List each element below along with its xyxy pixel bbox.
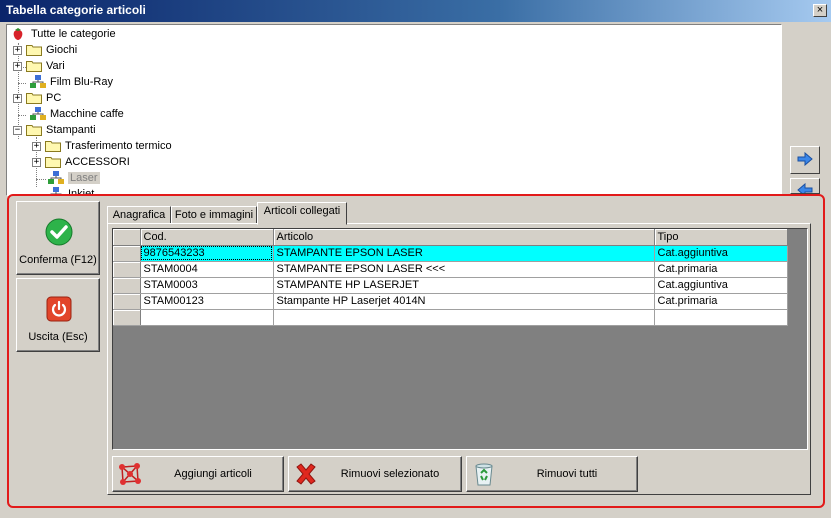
exit-button[interactable]: Uscita (Esc) (16, 278, 100, 352)
cell-tipo[interactable]: Cat.aggiuntiva (654, 277, 788, 294)
power-icon (45, 295, 73, 323)
cell-cod[interactable]: STAM0004 (140, 261, 274, 278)
window-title: Tabella categorie articoli (6, 3, 146, 17)
grid-table: Cod. Articolo Tipo 9876543233 STAMPANTE … (113, 229, 788, 326)
add-articles-button[interactable]: Aggiungi articoli (112, 456, 284, 492)
tab-anagrafica[interactable]: Anagrafica (107, 206, 171, 224)
category-node-icon (30, 107, 46, 121)
cell-tipo[interactable]: Cat.aggiuntiva (654, 245, 788, 262)
folder-icon (26, 44, 42, 56)
cell-cod[interactable] (140, 309, 274, 326)
tree-item-label: Film Blu-Ray (50, 76, 113, 88)
folder-icon (26, 124, 42, 136)
move-left-button[interactable] (790, 178, 820, 194)
category-node-icon (48, 171, 64, 185)
tree-item-pc[interactable]: + PC (13, 90, 61, 106)
column-header-cod[interactable]: Cod. (140, 229, 274, 246)
tree-item-label: Laser (68, 172, 100, 184)
tab-page-articoli-collegati: Cod. Articolo Tipo 9876543233 STAMPANTE … (107, 223, 811, 495)
folder-icon (26, 92, 42, 104)
collapse-toggle[interactable]: − (13, 125, 22, 135)
remove-all-button[interactable]: Rimuovi tutti (466, 456, 638, 492)
cell-cod[interactable]: 9876543233 (140, 245, 274, 262)
tree-item-label: Stampanti (46, 124, 96, 136)
tree-item-label: Vari (46, 60, 65, 72)
category-node-icon (30, 75, 46, 89)
row-indicator[interactable] (113, 293, 141, 310)
arrow-right-icon (797, 151, 813, 169)
cell-articolo[interactable]: STAMPANTE EPSON LASER <<< (273, 261, 655, 278)
tree-item-accessori[interactable]: + ACCESSORI (32, 154, 130, 170)
cell-cod[interactable]: STAM0003 (140, 277, 274, 294)
expand-toggle[interactable]: + (13, 93, 22, 103)
tree-item-label: ACCESSORI (65, 156, 130, 168)
tree-item-macchine-caffe[interactable]: Macchine caffe (30, 106, 124, 122)
close-button[interactable]: × (813, 4, 827, 17)
add-articles-label: Aggiungi articoli (174, 468, 252, 480)
confirm-button-label: Conferma (F12) (19, 254, 97, 266)
row-indicator[interactable] (113, 261, 141, 278)
column-header-articolo[interactable]: Articolo (273, 229, 655, 246)
strawberry-icon (11, 27, 25, 41)
table-row[interactable]: STAM00123 Stampante HP Laserjet 4014N Ca… (113, 293, 788, 310)
tab-articoli-collegati[interactable]: Articoli collegati (257, 202, 347, 225)
tree-item-stampanti[interactable]: − Stampanti (13, 122, 96, 138)
folder-icon (26, 60, 42, 72)
folder-icon (45, 140, 61, 152)
tab-foto-e-immagini[interactable]: Foto e immagini (171, 206, 257, 224)
red-x-icon (293, 461, 319, 487)
confirm-button[interactable]: Conferma (F12) (16, 201, 100, 275)
table-row[interactable]: 9876543233 STAMPANTE EPSON LASER Cat.agg… (113, 245, 788, 262)
folder-icon (45, 156, 61, 168)
tree-item-label: Macchine caffe (50, 108, 124, 120)
expand-toggle[interactable]: + (13, 61, 22, 71)
tree-item-label: Trasferimento termico (65, 140, 172, 152)
row-indicator-header (113, 229, 141, 246)
table-row[interactable]: STAM0003 STAMPANTE HP LASERJET Cat.aggiu… (113, 277, 788, 294)
tree-item-film-blu-ray[interactable]: Film Blu-Ray (30, 74, 113, 90)
cell-articolo[interactable]: STAMPANTE HP LASERJET (273, 277, 655, 294)
row-indicator[interactable] (113, 245, 141, 262)
detail-panel: Conferma (F12) Uscita (Esc) Anagrafica F… (7, 194, 825, 508)
exit-button-label: Uscita (Esc) (28, 331, 88, 343)
tree-item-vari[interactable]: + Vari (13, 58, 65, 74)
cell-tipo[interactable]: Cat.primaria (654, 261, 788, 278)
tree-root[interactable]: Tutte le categorie (11, 26, 116, 42)
tree-root-label: Tutte le categorie (31, 28, 116, 40)
row-indicator[interactable] (113, 277, 141, 294)
cell-articolo[interactable]: Stampante HP Laserjet 4014N (273, 293, 655, 310)
grid-header-row: Cod. Articolo Tipo (113, 229, 788, 246)
tree-item-laser[interactable]: Laser (48, 170, 100, 186)
cell-cod[interactable]: STAM00123 (140, 293, 274, 310)
linked-articles-grid[interactable]: Cod. Articolo Tipo 9876543233 STAMPANTE … (112, 228, 808, 450)
cell-tipo[interactable] (654, 309, 788, 326)
checkmark-icon (45, 218, 73, 246)
tree-item-label: Giochi (46, 44, 78, 56)
tree-item-label: PC (46, 92, 62, 104)
expand-toggle[interactable]: + (32, 141, 41, 151)
column-header-tipo[interactable]: Tipo (654, 229, 788, 246)
cell-articolo[interactable]: STAMPANTE EPSON LASER (273, 245, 655, 262)
remove-all-label: Rimuovi tutti (536, 468, 598, 480)
remove-selected-label: Rimuovi selezionato (340, 468, 440, 480)
cell-articolo[interactable] (273, 309, 655, 326)
network-icon (117, 461, 143, 487)
remove-selected-button[interactable]: Rimuovi selezionato (288, 456, 462, 492)
move-right-button[interactable] (790, 146, 820, 174)
table-row-new[interactable] (113, 309, 788, 326)
row-indicator[interactable] (113, 309, 141, 326)
tree-item-trasferimento-termico[interactable]: + Trasferimento termico (32, 138, 172, 154)
expand-toggle[interactable]: + (32, 157, 41, 167)
title-bar: Tabella categorie articoli × (0, 0, 831, 22)
category-tree[interactable]: Tutte le categorie + Giochi + Vari Film … (6, 24, 782, 196)
tree-item-giochi[interactable]: + Giochi (13, 42, 77, 58)
expand-toggle[interactable]: + (13, 45, 22, 55)
table-row[interactable]: STAM0004 STAMPANTE EPSON LASER <<< Cat.p… (113, 261, 788, 278)
recycle-bin-icon (471, 461, 497, 487)
arrow-left-icon (797, 182, 813, 193)
cell-tipo[interactable]: Cat.primaria (654, 293, 788, 310)
